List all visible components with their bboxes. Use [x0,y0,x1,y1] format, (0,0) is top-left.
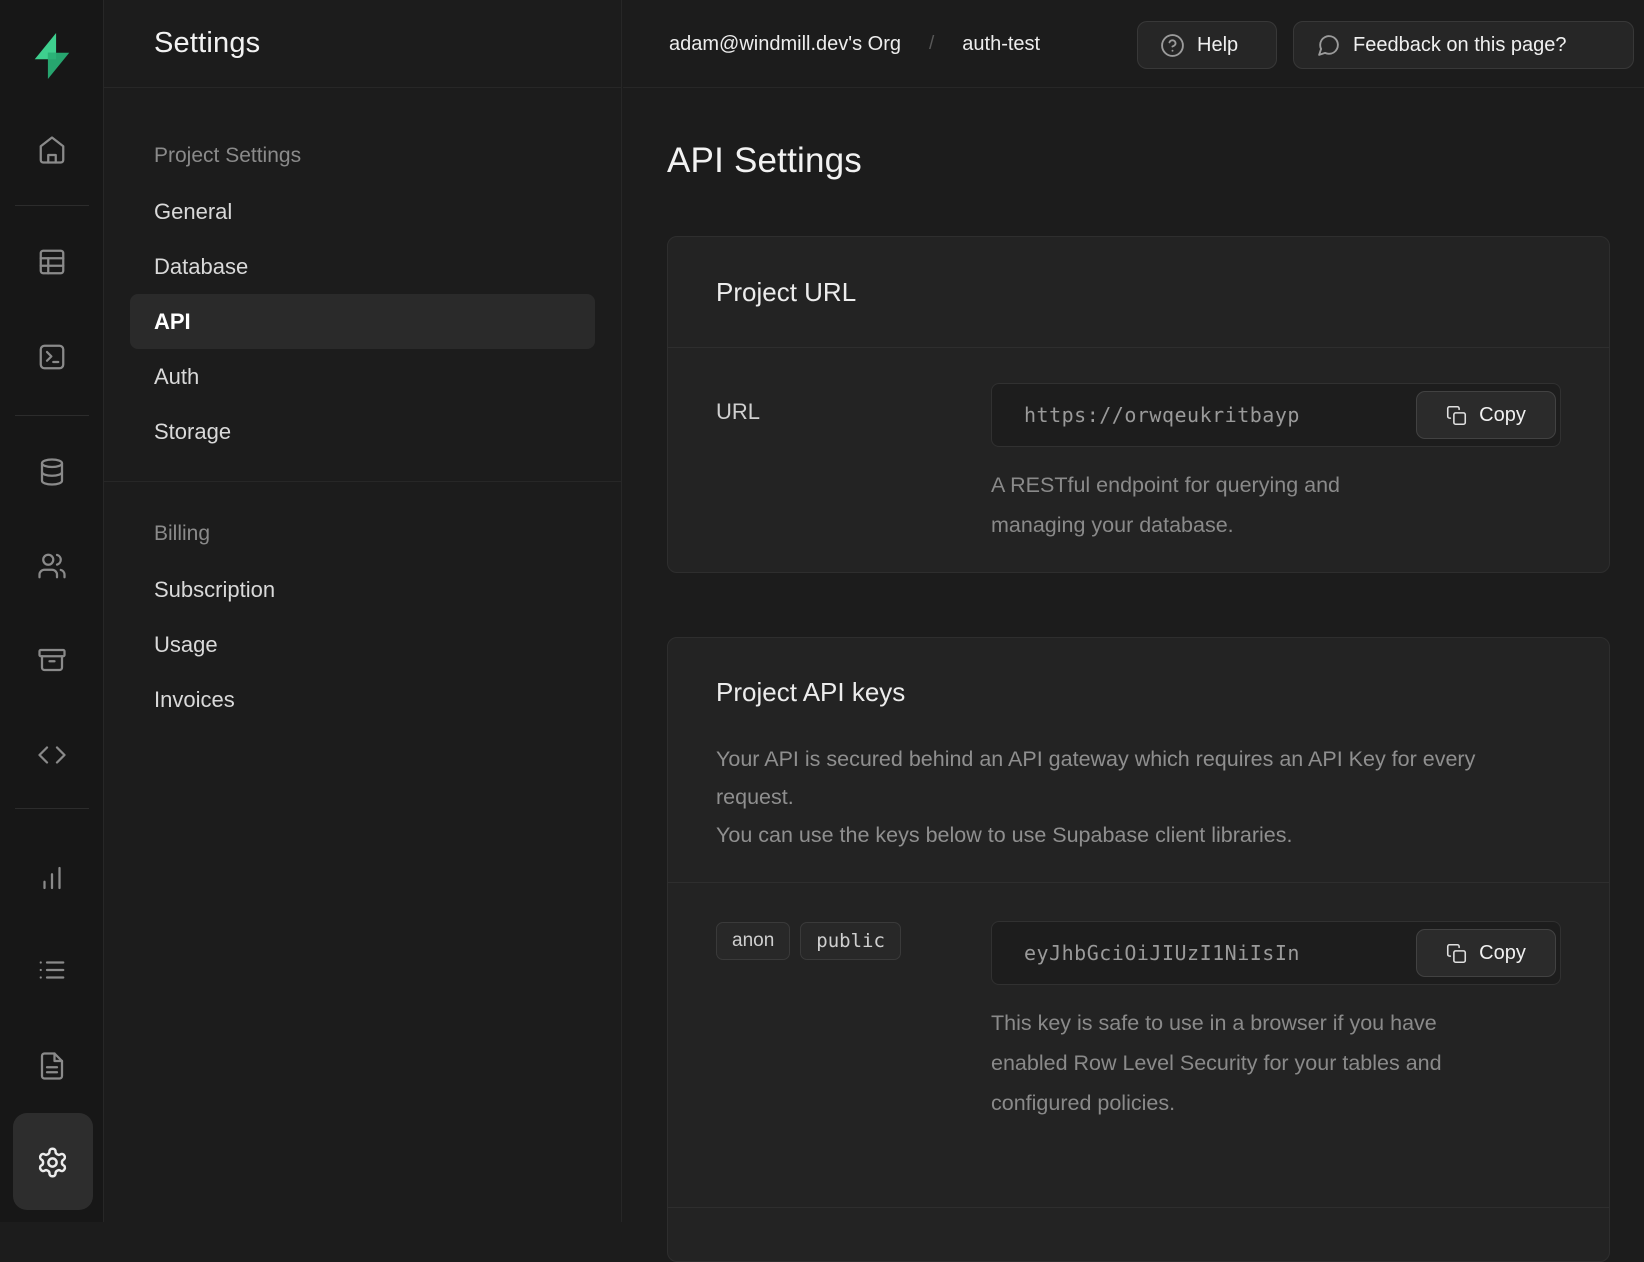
rail-divider [15,415,89,416]
copy-key-label: Copy [1479,942,1526,965]
home-icon[interactable] [32,130,72,170]
project-url-card: Project URL URL https://orwqeukritbayp C… [667,236,1610,573]
url-row-label: URL [716,383,991,545]
feedback-button[interactable]: Feedback on this page? [1293,21,1634,69]
copy-url-button[interactable]: Copy [1416,391,1556,439]
public-badge: public [800,922,901,960]
breadcrumb-separator: / [929,33,934,55]
sidebar-divider [104,481,621,482]
card-divider [668,1207,1609,1208]
anon-key-field[interactable]: eyJhbGciOiJIUzI1NiIsIn Copy [991,921,1561,985]
supabase-logo[interactable] [29,27,75,85]
api-keys-description-line2: You can use the keys below to use Supaba… [716,816,1476,854]
speech-bubble-icon [1316,33,1341,58]
feedback-button-label: Feedback on this page? [1353,34,1567,57]
project-url-value: https://orwqeukritbayp [992,403,1300,427]
breadcrumb-project[interactable]: auth-test [962,33,1040,56]
sidebar-group-project-settings: Project Settings [154,128,621,184]
rail-divider [15,808,89,809]
anon-badge: anon [716,922,790,960]
sidebar-header: Settings [104,0,621,88]
api-docs-icon[interactable] [32,1046,72,1086]
help-button[interactable]: Help [1137,21,1277,69]
copy-icon [1446,943,1467,964]
sidebar-item-storage[interactable]: Storage [130,404,595,459]
help-button-label: Help [1197,34,1238,57]
anon-key-description: This key is safe to use in a browser if … [991,1003,1446,1123]
sidebar-item-auth[interactable]: Auth [130,349,595,404]
sidebar-item-database[interactable]: Database [130,239,595,294]
help-circle-icon [1160,33,1185,58]
api-keys-card-title: Project API keys [716,677,1561,708]
reports-icon[interactable] [32,858,72,898]
project-url-field[interactable]: https://orwqeukritbayp Copy [991,383,1561,447]
api-keys-description-line1: Your API is secured behind an API gatewa… [716,740,1476,816]
auth-users-icon[interactable] [32,546,72,586]
icon-rail [0,0,104,1222]
copy-icon [1446,405,1467,426]
project-url-card-title: Project URL [716,277,1561,308]
project-settings-gear-icon[interactable] [32,1142,72,1182]
settings-sidebar: Settings Project Settings General Databa… [104,0,622,1222]
page-title: API Settings [667,141,862,181]
key-badges: anon public [716,921,991,1123]
sql-editor-icon[interactable] [32,337,72,377]
sidebar-item-usage[interactable]: Usage [130,617,595,672]
sidebar-group-billing: Billing [154,506,621,562]
database-icon[interactable] [32,452,72,492]
project-url-description: A RESTful endpoint for querying and mana… [991,465,1411,545]
sidebar-item-invoices[interactable]: Invoices [130,672,595,727]
anon-key-value: eyJhbGciOiJIUzI1NiIsIn [992,941,1300,965]
project-api-keys-card: Project API keys Your API is secured beh… [667,637,1610,1262]
top-bar: adam@windmill.dev's Org / auth-test Help… [623,0,1644,88]
breadcrumb-org[interactable]: adam@windmill.dev's Org [669,33,901,56]
main-content: adam@windmill.dev's Org / auth-test Help… [623,0,1644,1222]
rail-divider [15,205,89,206]
sidebar-item-subscription[interactable]: Subscription [130,562,595,617]
sidebar-item-general[interactable]: General [130,184,595,239]
breadcrumb: adam@windmill.dev's Org / auth-test [669,0,1040,88]
storage-icon[interactable] [32,640,72,680]
copy-key-button[interactable]: Copy [1416,929,1556,977]
copy-url-label: Copy [1479,404,1526,427]
logs-icon[interactable] [32,950,72,990]
table-editor-icon[interactable] [32,242,72,282]
sidebar-title: Settings [154,27,260,60]
sidebar-item-api[interactable]: API [130,294,595,349]
edge-functions-icon[interactable] [32,735,72,775]
